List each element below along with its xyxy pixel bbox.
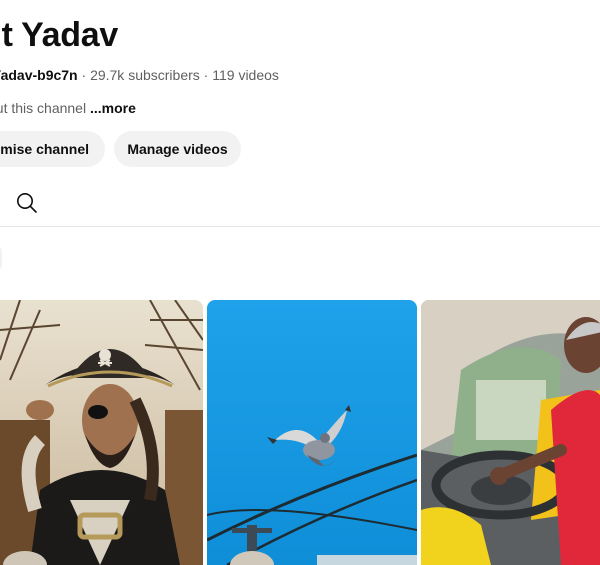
driver-image [421, 300, 600, 565]
pirate-image [0, 300, 203, 565]
meta-separator: · [77, 67, 91, 83]
tab-divider [0, 226, 600, 227]
pigeon-image [207, 300, 417, 565]
meta-separator: · [199, 67, 213, 83]
search-icon [17, 193, 37, 213]
about-channel[interactable]: out this channel ...more [0, 100, 136, 116]
video-count: 119 videos [212, 67, 279, 83]
video-thumbnail-pirate[interactable] [0, 300, 203, 565]
filter-chip[interactable] [0, 244, 2, 272]
manage-videos-button[interactable]: Manage videos [114, 131, 241, 167]
more-link[interactable]: ...more [90, 100, 136, 116]
customise-channel-button[interactable]: omise channel [0, 131, 105, 167]
channel-handle: Yadav-b9c7n [0, 67, 78, 83]
channel-meta: Yadav-b9c7n · 29.7k subscribers · 119 vi… [0, 67, 279, 83]
subscriber-count: 29.7k subscribers [90, 67, 200, 83]
video-thumbnail-driver[interactable] [421, 300, 600, 565]
search-button[interactable] [10, 186, 44, 220]
channel-name: hit Yadav [0, 16, 118, 54]
about-text: out this channel [0, 100, 87, 116]
video-thumbnail-pigeon[interactable] [207, 300, 417, 565]
